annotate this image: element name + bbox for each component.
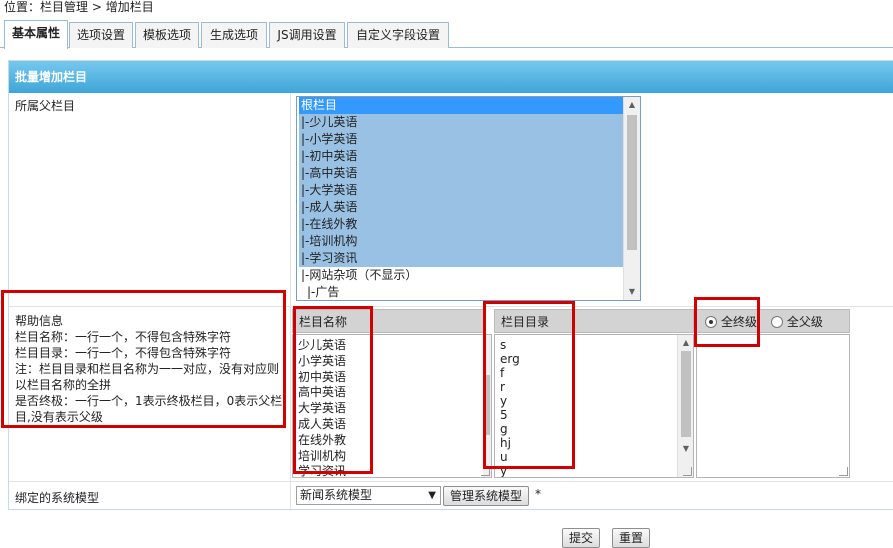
dir-line: y bbox=[500, 464, 508, 478]
parent-column-label: 所属父栏目 bbox=[15, 99, 76, 113]
dir-line: r bbox=[500, 380, 505, 394]
parent-option[interactable]: |-少儿英语 bbox=[299, 114, 625, 131]
model-select[interactable]: 新闻系统模型 ▼ bbox=[296, 486, 441, 505]
dir-line: hj bbox=[500, 436, 511, 450]
radio-all-final-icon[interactable] bbox=[705, 316, 717, 328]
final-level-header: 全终级 全父级 bbox=[696, 309, 850, 333]
dirs-scrollbar[interactable]: ▲ ▼ bbox=[677, 335, 693, 477]
tab-generate-options[interactable]: 生成选项 bbox=[201, 22, 267, 48]
tab-js-settings[interactable]: JS调用设置 bbox=[269, 22, 345, 48]
names-scrollbar[interactable] bbox=[483, 335, 491, 477]
tab-basic-properties[interactable]: 基本属性 bbox=[4, 20, 68, 49]
radio-all-final-label[interactable]: 全终级 bbox=[721, 315, 757, 329]
parent-option[interactable]: |-大学英语 bbox=[299, 182, 625, 199]
resize-grip-icon[interactable] bbox=[683, 467, 692, 476]
name-line: 小学英语 bbox=[298, 353, 347, 368]
help-line-final: 是否终极：一行一个，1表示终极栏目，0表示父栏目,没有表示父级 bbox=[15, 394, 283, 424]
name-line: 大学英语 bbox=[298, 401, 347, 416]
column-dir-header: 栏目目录 bbox=[494, 309, 694, 333]
dir-line: u bbox=[500, 450, 508, 464]
name-line: 高中英语 bbox=[298, 385, 347, 400]
panel-title: 批量增加栏目 bbox=[9, 61, 893, 93]
resize-grip-icon[interactable] bbox=[839, 467, 848, 476]
row-separator bbox=[9, 481, 893, 482]
dir-line: erg bbox=[500, 352, 520, 366]
column-dirs-content: s erg f r y 5 g hj u y bbox=[495, 335, 693, 478]
help-line-note: 注：栏目目录和栏目名称为一一对应，没有对应则以栏目名称的全拼 bbox=[15, 362, 280, 392]
dir-line: s bbox=[500, 338, 507, 352]
manage-model-button[interactable]: 管理系统模型 bbox=[443, 486, 530, 506]
tab-bar: 基本属性 选项设置 模板选项 生成选项 JS调用设置 自定义字段设置 bbox=[0, 20, 893, 49]
breadcrumb-separator: > bbox=[88, 0, 106, 14]
parent-option[interactable]: |-网站杂项（不显示） bbox=[299, 267, 625, 284]
batch-add-panel: 批量增加栏目 所属父栏目 根栏目 |-少儿英语 |-小学英语 |-初中英语 |-… bbox=[8, 60, 893, 511]
name-line: 学习资讯 bbox=[298, 464, 347, 478]
scroll-down-icon[interactable]: ▼ bbox=[624, 284, 640, 300]
help-line-name: 栏目名称：一行一个，不得包含特殊字符 bbox=[15, 330, 232, 344]
parent-option[interactable]: |-广告 bbox=[299, 284, 625, 300]
parent-option[interactable]: |-在线外教 bbox=[299, 216, 625, 233]
dir-line: 5 bbox=[500, 408, 508, 422]
dir-line: g bbox=[500, 422, 508, 436]
breadcrumb-link-column-management[interactable]: 栏目管理 bbox=[40, 0, 88, 14]
tab-template-options[interactable]: 模板选项 bbox=[135, 22, 199, 48]
parent-option[interactable]: |-学习资讯 bbox=[299, 250, 625, 267]
row-separator bbox=[9, 306, 893, 307]
scroll-down-icon[interactable]: ▼ bbox=[678, 441, 693, 457]
column-names-content: 少儿英语 小学英语 初中英语 高中英语 大学英语 成人英语 在线外教 培训机构 … bbox=[293, 335, 491, 478]
column-names-textarea[interactable]: 少儿英语 小学英语 初中英语 高中英语 大学英语 成人英语 在线外教 培训机构 … bbox=[292, 334, 492, 478]
name-line: 培训机构 bbox=[298, 448, 347, 463]
name-line: 初中英语 bbox=[298, 369, 347, 384]
name-line: 成人英语 bbox=[298, 416, 347, 431]
scroll-thumb[interactable] bbox=[681, 351, 691, 437]
help-line-dir: 栏目目录：一行一个，不得包含特殊字符 bbox=[15, 346, 232, 360]
parent-option[interactable]: |-培训机构 bbox=[299, 233, 625, 250]
parent-option[interactable]: 根栏目 bbox=[299, 97, 625, 114]
help-info: 帮助信息 栏目名称：一行一个，不得包含特殊字符 栏目目录：一行一个，不得包含特殊… bbox=[15, 313, 285, 425]
resize-grip-icon[interactable] bbox=[481, 467, 490, 476]
names-scroll-thumb[interactable] bbox=[484, 375, 490, 435]
model-label: 绑定的系统模型 bbox=[15, 491, 100, 505]
parent-option[interactable]: |-成人英语 bbox=[299, 199, 625, 216]
column-divider bbox=[290, 93, 291, 511]
column-name-header: 栏目名称 bbox=[292, 309, 484, 333]
breadcrumb-current: 增加栏目 bbox=[105, 0, 154, 14]
parent-option[interactable]: |-小学英语 bbox=[299, 131, 625, 148]
column-dirs-textarea[interactable]: s erg f r y 5 g hj u y ▲ ▼ bbox=[494, 334, 694, 478]
tab-custom-fields[interactable]: 自定义字段设置 bbox=[347, 22, 449, 48]
required-mark: * bbox=[535, 487, 541, 501]
name-line: 少儿英语 bbox=[298, 338, 347, 352]
tab-option-settings[interactable]: 选项设置 bbox=[69, 22, 133, 48]
scroll-up-icon[interactable]: ▲ bbox=[624, 97, 640, 113]
breadcrumb: 位置：栏目管理 > 增加栏目 bbox=[4, 0, 154, 16]
parent-option[interactable]: |-高中英语 bbox=[299, 165, 625, 182]
radio-all-parent-icon[interactable] bbox=[770, 316, 783, 328]
dir-line: f bbox=[500, 366, 505, 380]
radio-all-parent-label[interactable]: 全父级 bbox=[787, 315, 823, 329]
dir-line: y bbox=[500, 394, 508, 408]
parent-column-listbox[interactable]: 根栏目 |-少儿英语 |-小学英语 |-初中英语 |-高中英语 |-大学英语 |… bbox=[296, 96, 641, 301]
submit-button[interactable]: 提交 bbox=[562, 528, 601, 548]
name-line: 在线外教 bbox=[298, 432, 347, 447]
parent-listbox-scrollbar[interactable]: ▲ ▼ bbox=[623, 97, 640, 300]
parent-option[interactable]: |-初中英语 bbox=[299, 148, 625, 165]
help-title: 帮助信息 bbox=[15, 314, 64, 328]
dropdown-arrow-icon: ▼ bbox=[428, 490, 436, 501]
final-level-textarea[interactable] bbox=[696, 334, 850, 478]
reset-button[interactable]: 重置 bbox=[612, 528, 651, 548]
scroll-thumb[interactable] bbox=[627, 115, 637, 250]
scroll-up-icon[interactable]: ▲ bbox=[678, 335, 693, 351]
model-select-value: 新闻系统模型 bbox=[300, 488, 373, 502]
breadcrumb-prefix: 位置： bbox=[4, 0, 41, 14]
